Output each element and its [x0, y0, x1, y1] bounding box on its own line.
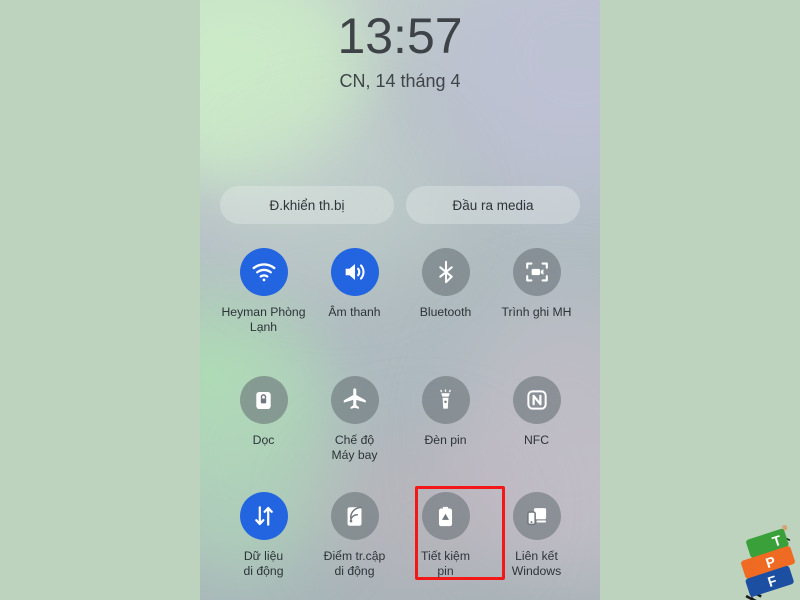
toggle-mobile-hotspot[interactable]: Điểm tr.cập di động: [309, 492, 400, 579]
flashlight-icon: [421, 376, 470, 424]
toggle-label: Dọc: [252, 433, 275, 447]
toggle-row-2: Dọc Chế độ Máy bay Đèn pin NFC: [218, 376, 582, 463]
clock-widget[interactable]: 13:57 CN, 14 tháng 4: [200, 0, 600, 92]
device-control-button[interactable]: Đ.khiển th.bị: [220, 186, 394, 224]
toggle-label: Tiết kiệm pin: [421, 549, 470, 578]
wifi-icon: [239, 248, 288, 296]
toggle-label: Heyman Phòng Lạnh: [221, 305, 306, 334]
toggle-label: Chế độ Máy bay: [331, 433, 378, 462]
fpt-logo: ® T P F: [724, 525, 796, 598]
toggle-flashlight[interactable]: Đèn pin: [400, 376, 491, 463]
toggle-airplane-mode[interactable]: Chế độ Máy bay: [309, 376, 400, 463]
rotation-lock-icon: [239, 376, 288, 424]
toggle-battery-saver[interactable]: Tiết kiệm pin: [400, 492, 491, 579]
toggle-screen-recorder[interactable]: Trình ghi MH: [491, 248, 582, 335]
toggle-label: Trình ghi MH: [501, 305, 572, 319]
fpt-shop-watermark: Shop.com.vn ® T P F: [706, 448, 798, 600]
toggle-row-3: Dữ liệu di động Điểm tr.cập di động Tiết…: [218, 492, 582, 579]
toggle-label: Bluetooth: [419, 305, 472, 319]
toggle-label: Đèn pin: [424, 433, 467, 447]
screenshot-root: 13:57 CN, 14 tháng 4 Đ.khiển th.bị Đầu r…: [0, 0, 800, 600]
media-output-label: Đầu ra media: [452, 197, 534, 213]
link-windows-icon: [512, 492, 561, 540]
screen-recorder-icon: [512, 248, 561, 296]
toggle-label: Liên kết Windows: [511, 549, 562, 578]
toggle-label: Dữ liệu di động: [243, 549, 284, 578]
clock-date: CN, 14 tháng 4: [339, 71, 461, 91]
toggle-link-to-windows[interactable]: Liên kết Windows: [491, 492, 582, 579]
toggle-nfc[interactable]: NFC: [491, 376, 582, 463]
toggle-label: Âm thanh: [328, 305, 381, 319]
sound-icon: [330, 248, 379, 296]
toggle-row-1: Heyman Phòng Lạnh Âm thanh Bluetooth Trì…: [218, 248, 582, 580]
toggle-sound[interactable]: Âm thanh: [309, 248, 505, 580]
toggle-mobile-data[interactable]: Dữ liệu di động: [218, 492, 309, 579]
toggle-rotation-lock[interactable]: Dọc: [218, 376, 309, 463]
clock-time: 13:57: [337, 8, 463, 64]
quick-settings-header-buttons: Đ.khiển th.bị Đầu ra media: [220, 186, 580, 224]
battery-saver-icon: [421, 492, 470, 540]
toggle-wifi[interactable]: Heyman Phòng Lạnh: [218, 248, 309, 335]
bluetooth-icon: [421, 248, 470, 296]
airplane-icon: [330, 376, 379, 424]
media-output-button[interactable]: Đầu ra media: [406, 186, 580, 224]
toggle-label: NFC: [523, 433, 550, 447]
toggle-label: Điểm tr.cập di động: [323, 549, 386, 578]
nfc-icon: [512, 376, 561, 424]
device-control-label: Đ.khiển th.bị: [269, 197, 345, 213]
quick-settings-panel: 13:57 CN, 14 tháng 4 Đ.khiển th.bị Đầu r…: [200, 0, 600, 600]
mobile-data-icon: [239, 492, 288, 540]
hotspot-icon: [330, 492, 379, 540]
toggle-bluetooth[interactable]: Bluetooth: [400, 248, 491, 335]
